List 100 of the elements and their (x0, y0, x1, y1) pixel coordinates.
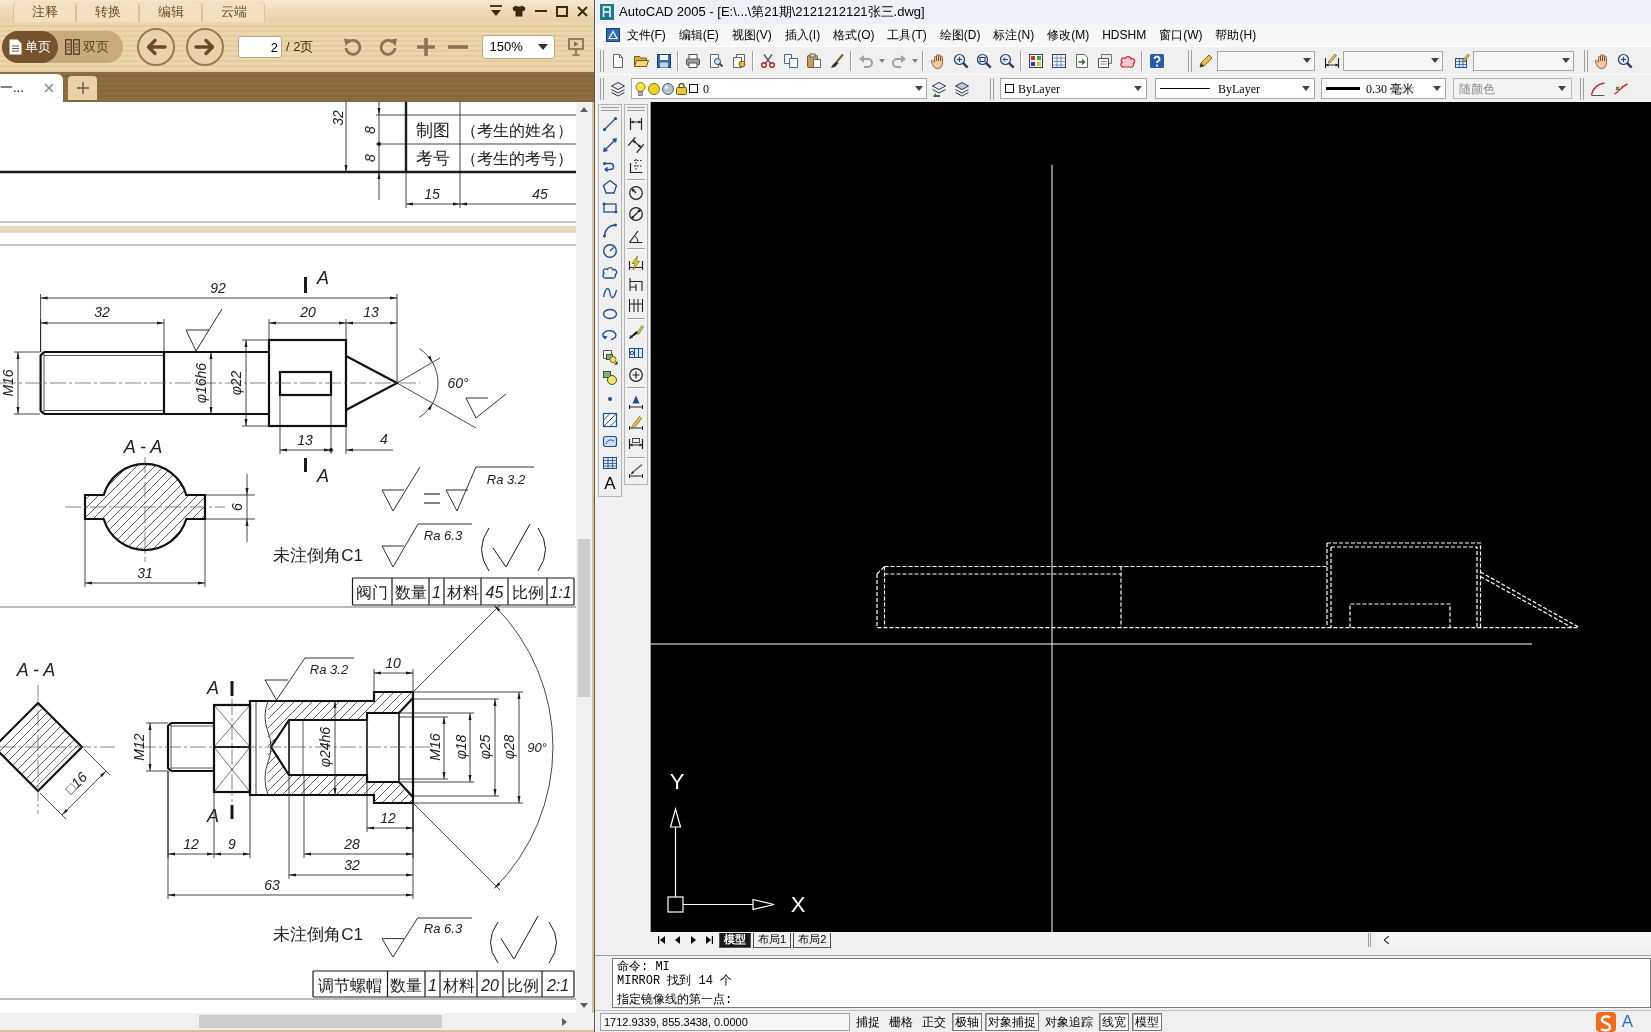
aligned-dimension-icon[interactable] (628, 136, 644, 153)
status-toggle[interactable]: 对象捕捉 (985, 1012, 1039, 1031)
print-preview-icon[interactable] (707, 52, 724, 69)
pages-stack-icon[interactable] (730, 52, 747, 69)
magnifier-window-icon[interactable] (975, 52, 992, 69)
pen-dimension-icon[interactable] (1323, 52, 1340, 69)
status-toggle[interactable]: 极轴 (952, 1012, 982, 1031)
diameter-icon[interactable] (628, 206, 644, 223)
arrow-right-icon[interactable] (562, 1017, 567, 1026)
zoom-in-icon[interactable] (952, 52, 969, 69)
view-mode-button[interactable]: 单页 (2, 31, 58, 63)
document-tab[interactable]: 一... (0, 74, 63, 102)
curve-icon[interactable] (1589, 80, 1606, 97)
scrollbar-thumb[interactable] (199, 1015, 442, 1028)
caret-down-icon[interactable] (912, 58, 918, 63)
scrollbar[interactable] (1376, 932, 1651, 948)
linetype-dropdown[interactable]: ByLayer (1155, 78, 1315, 99)
menu-item[interactable]: 视图(V) (725, 25, 779, 45)
caret-left-icon[interactable] (1384, 936, 1389, 944)
skip-left-icon[interactable] (657, 936, 665, 944)
pen-icon[interactable] (1197, 52, 1214, 69)
menu-item[interactable]: 帮助(H) (1209, 25, 1263, 45)
status-toggle[interactable]: 模型 (1132, 1012, 1162, 1031)
hand-icon[interactable] (1593, 52, 1610, 69)
menu-item[interactable]: 工具(T) (881, 25, 934, 45)
linear-dimension-icon[interactable] (628, 115, 644, 132)
view-mode-button[interactable]: 双页 (58, 31, 116, 63)
toolbar-grip[interactable] (600, 77, 604, 100)
maximize-icon[interactable] (556, 5, 568, 17)
layout-tab[interactable]: 布局1 (753, 932, 792, 948)
menu-item[interactable]: 标注(N) (987, 25, 1041, 45)
page-number-field[interactable]: 2 (238, 36, 282, 58)
block-insert-icon[interactable] (602, 348, 618, 365)
dropdown-field[interactable] (1343, 50, 1443, 71)
app-icon[interactable] (600, 4, 614, 20)
close-icon[interactable] (577, 5, 588, 17)
forward-button[interactable] (186, 28, 224, 66)
layout-tab[interactable]: 布局2 (793, 932, 832, 948)
toolbar-grip[interactable] (990, 77, 994, 100)
ordinate-dimension-icon[interactable] (628, 157, 644, 174)
dropdown-field[interactable] (1473, 50, 1574, 71)
double-arrow-line-icon[interactable] (602, 136, 618, 153)
scissors-icon[interactable] (759, 52, 776, 69)
lineweight-dropdown[interactable]: 0.30 毫米 (1321, 78, 1446, 99)
toolbar-grip[interactable] (1188, 49, 1192, 72)
status-toggle[interactable]: 对象追踪 (1042, 1012, 1096, 1031)
status-toggle[interactable]: 栅格 (886, 1012, 916, 1031)
circle-icon[interactable] (602, 242, 618, 259)
lightbulb-icon[interactable] (635, 81, 646, 96)
help-icon[interactable] (1148, 52, 1165, 69)
menu-item[interactable]: HDSHM (1095, 25, 1153, 45)
triangle-right-icon[interactable] (690, 936, 696, 944)
rotate-right-icon[interactable] (378, 37, 399, 57)
ribbon-tab[interactable]: 编辑 (139, 1, 202, 22)
menu-item[interactable]: 窗口(W) (1152, 25, 1209, 45)
plus-icon[interactable] (416, 37, 437, 57)
menu-item[interactable]: 编辑(E) (672, 25, 726, 45)
zoom-dropdown[interactable]: 150% (482, 35, 556, 59)
magnifier-arrow-icon[interactable] (998, 52, 1015, 69)
menu-item[interactable]: 格式(O) (826, 25, 881, 45)
menu-item[interactable]: 插入(I) (778, 25, 827, 45)
text-tool-button[interactable]: A (604, 473, 616, 495)
triangle-left-icon[interactable] (674, 936, 680, 944)
ime-logo-icon[interactable] (1595, 1011, 1616, 1032)
color-grid-icon[interactable] (1027, 52, 1044, 69)
toolbar-grip[interactable] (600, 49, 604, 72)
scrollbar[interactable] (576, 102, 592, 1013)
status-toggle[interactable]: 正交 (919, 1012, 949, 1031)
radius-icon[interactable] (628, 185, 644, 202)
status-toggle[interactable]: 线宽 (1099, 1012, 1129, 1031)
toolbar-grip[interactable] (627, 107, 645, 111)
save-icon[interactable] (655, 52, 672, 69)
arc-icon[interactable] (602, 221, 618, 238)
continue-dimension-icon[interactable] (628, 297, 644, 314)
ribbon-tab[interactable]: 注释 (13, 1, 76, 22)
brush-icon[interactable] (828, 52, 845, 69)
shirt-icon[interactable] (512, 5, 526, 17)
hatch-icon[interactable] (602, 412, 618, 429)
ribbon-tab[interactable]: 云端 (202, 1, 265, 22)
scrollbar-thumb[interactable] (578, 539, 590, 697)
lock-icon[interactable] (676, 82, 687, 95)
pentagon-icon[interactable] (602, 179, 618, 196)
table-grid-icon[interactable] (1050, 52, 1067, 69)
arrow-down-icon[interactable] (580, 1003, 588, 1008)
center-mark-icon[interactable] (628, 366, 644, 383)
table-pen-icon[interactable] (1453, 52, 1470, 69)
layers-icon[interactable] (609, 80, 626, 97)
skip-right-icon[interactable] (705, 936, 713, 944)
block-icon[interactable] (602, 369, 618, 386)
back-button[interactable] (137, 28, 175, 66)
clipboard-icon[interactable] (805, 52, 822, 69)
presentation-icon[interactable] (568, 38, 585, 56)
color-dropdown[interactable]: ByLayer (1000, 78, 1147, 99)
layout-tab[interactable]: 模型 (719, 932, 751, 948)
dropdown-field[interactable] (1217, 50, 1315, 71)
menu-item[interactable]: 绘图(D) (933, 25, 987, 45)
menu-item[interactable]: 修改(M) (1040, 25, 1096, 45)
document-icon[interactable] (606, 28, 620, 42)
document-arrow-icon[interactable] (1073, 52, 1090, 69)
copy-icon[interactable] (782, 52, 799, 69)
